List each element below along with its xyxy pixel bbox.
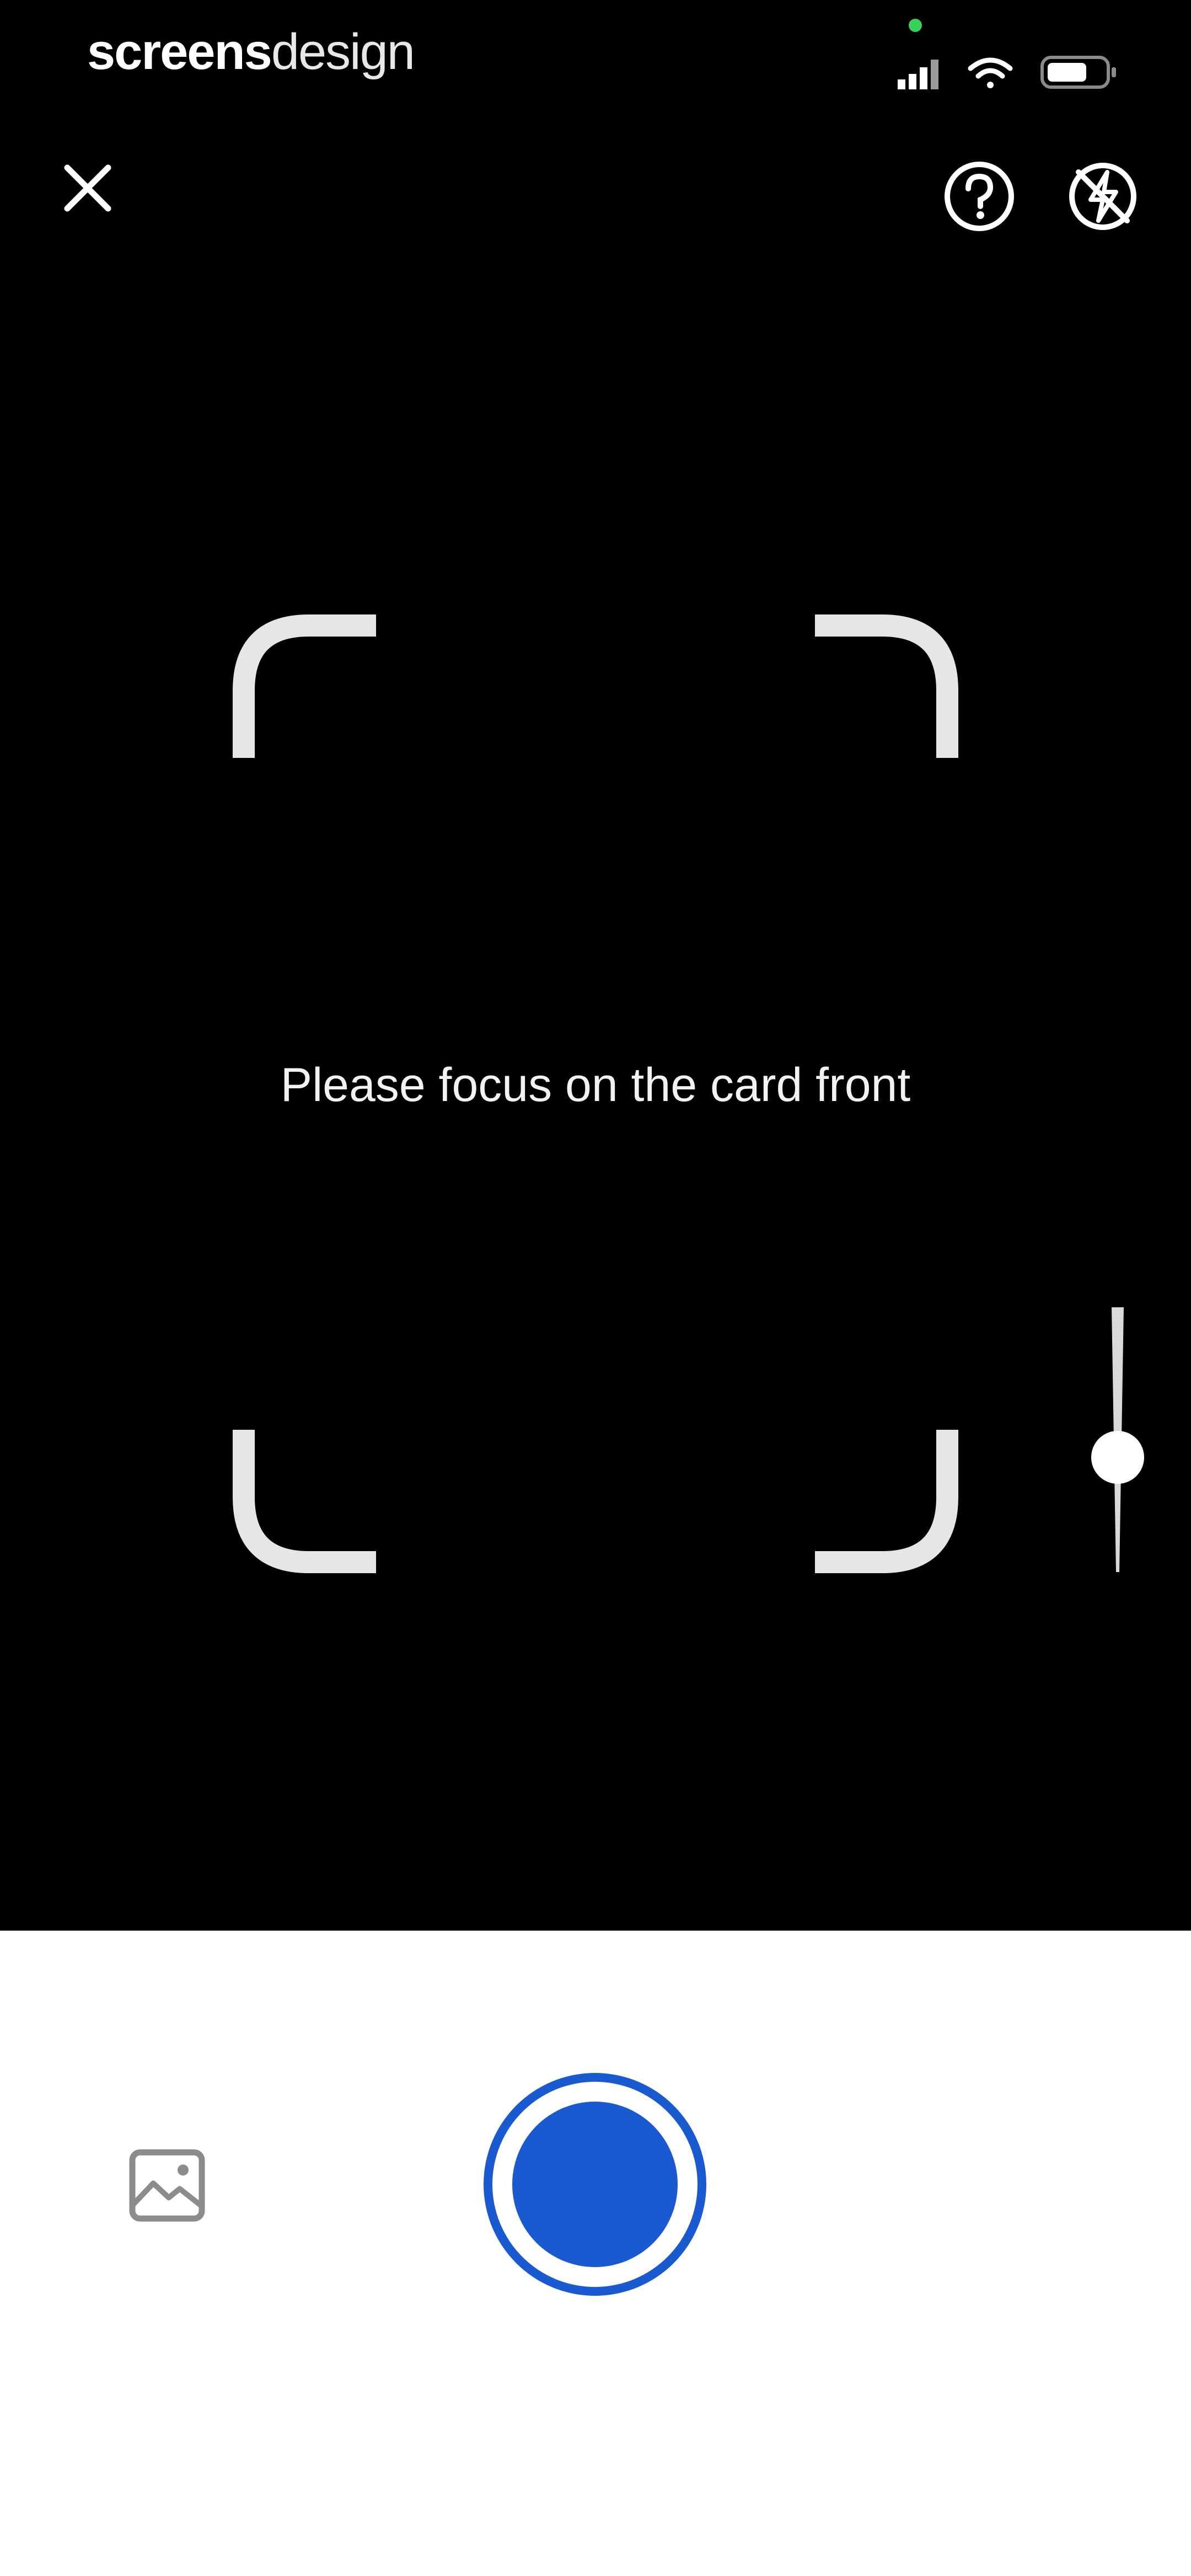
recording-indicator-dot <box>909 19 922 32</box>
brand-part-2: design <box>271 24 415 80</box>
status-icons <box>898 56 1116 89</box>
zoom-slider[interactable] <box>1087 1302 1148 1589</box>
scan-instruction: Please focus on the card front <box>280 1059 911 1111</box>
shutter-button[interactable] <box>484 2073 706 2296</box>
shutter-core <box>512 2102 678 2267</box>
shutter-ring <box>492 2082 698 2287</box>
camera-controls-panel <box>0 1931 1191 2576</box>
viewfinder-corner-top-left <box>233 614 376 758</box>
viewfinder-corner-bottom-left <box>233 1430 376 1573</box>
brand-watermark: screensdesign <box>87 24 415 80</box>
wifi-icon <box>968 57 1013 88</box>
signal-icon <box>898 60 938 89</box>
help-circle-icon[interactable] <box>941 158 1018 235</box>
battery-icon <box>1040 56 1116 89</box>
zoom-handle[interactable] <box>1091 1431 1144 1484</box>
close-icon[interactable] <box>57 158 118 218</box>
flash-off-icon[interactable] <box>1064 158 1141 235</box>
brand-part-1: screens <box>87 24 272 80</box>
card-scan-screen: screensdesign Please focus on the card f… <box>0 0 1191 2576</box>
gallery-icon[interactable] <box>126 2145 208 2227</box>
viewfinder-corner-top-right <box>815 614 958 758</box>
viewfinder-corner-bottom-right <box>815 1430 958 1573</box>
